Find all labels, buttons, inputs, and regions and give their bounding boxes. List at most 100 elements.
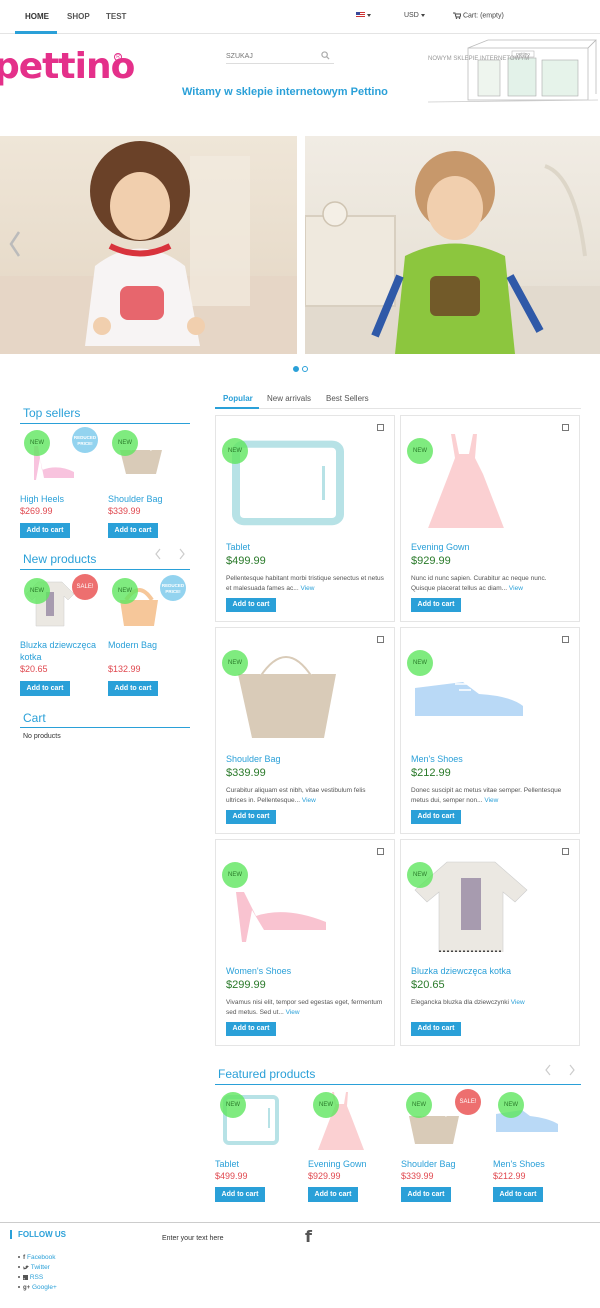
- view-link[interactable]: View: [300, 585, 314, 592]
- product-price: $212.99: [411, 767, 451, 779]
- product-price: $499.99: [226, 555, 266, 567]
- us-flag-icon: [356, 12, 365, 19]
- product-card[interactable]: NEW Bluzka dziewczęca kotka $20.65 Elega…: [400, 839, 580, 1046]
- product-price: $269.99: [20, 506, 53, 516]
- currency-selector[interactable]: USD: [404, 12, 425, 19]
- store-caption: NOWYM SKLEPIE INTERNETOWYM: [428, 56, 529, 62]
- view-link[interactable]: View: [511, 999, 525, 1006]
- twitter-icon: [23, 1265, 29, 1270]
- store-illustration: pettino NOWYM SKLEPIE INTERNETOWYM: [428, 39, 598, 103]
- product-name[interactable]: Evening Gown: [411, 542, 470, 552]
- product-name[interactable]: High Heels: [20, 493, 64, 505]
- nav-test[interactable]: TEST: [106, 12, 126, 21]
- slide-girl[interactable]: [0, 136, 297, 354]
- footer-divider: [0, 1222, 600, 1223]
- slider-dot-1[interactable]: [293, 366, 299, 372]
- search-icon[interactable]: [321, 51, 330, 60]
- compare-checkbox[interactable]: [377, 424, 384, 431]
- product-name[interactable]: Women's Shoes: [226, 966, 291, 976]
- product-card[interactable]: NEW Shoulder Bag $339.99 Curabitur aliqu…: [215, 627, 395, 834]
- search-box: [226, 48, 334, 64]
- footer-custom-text: Enter your text here: [162, 1235, 224, 1242]
- product-name[interactable]: Men's Shoes: [493, 1159, 545, 1169]
- product-name[interactable]: Modern Bag: [108, 639, 157, 651]
- product-price: $20.65: [20, 664, 48, 674]
- facebook-link[interactable]: f Facebook: [18, 1254, 56, 1261]
- product-description: Vivamus nisi elit, tempor sed egestas eg…: [226, 999, 383, 1016]
- product-price: $339.99: [401, 1171, 434, 1181]
- add-to-cart-button[interactable]: Add to cart: [108, 681, 158, 696]
- tab-best-sellers[interactable]: Best Sellers: [326, 394, 369, 403]
- tab-popular[interactable]: Popular: [223, 394, 253, 403]
- compare-checkbox[interactable]: [377, 848, 384, 855]
- product-price: $499.99: [215, 1171, 248, 1181]
- add-to-cart-button[interactable]: Add to cart: [226, 1022, 276, 1036]
- add-to-cart-button[interactable]: Add to cart: [20, 523, 70, 538]
- logo[interactable]: pettino: [0, 46, 135, 87]
- add-to-cart-button[interactable]: Add to cart: [411, 598, 461, 612]
- featured-rule: [215, 1084, 581, 1085]
- product-name[interactable]: Tablet: [226, 542, 250, 552]
- cart-link[interactable]: Cart: (empty): [453, 12, 504, 19]
- language-selector[interactable]: [356, 12, 371, 19]
- nav-shop[interactable]: SHOP: [67, 12, 90, 21]
- product-name[interactable]: Shoulder Bag: [108, 493, 163, 505]
- slide-girl-image: [0, 141, 297, 354]
- add-to-cart-button[interactable]: Add to cart: [20, 681, 70, 696]
- add-to-cart-button[interactable]: Add to cart: [108, 523, 158, 538]
- add-to-cart-button[interactable]: Add to cart: [226, 598, 276, 612]
- view-link[interactable]: View: [302, 797, 316, 804]
- rss-link[interactable]: RSS: [18, 1274, 43, 1281]
- compare-checkbox[interactable]: [562, 848, 569, 855]
- compare-checkbox[interactable]: [377, 636, 384, 643]
- add-to-cart-button[interactable]: Add to cart: [401, 1187, 451, 1202]
- product-price: $299.99: [226, 979, 266, 991]
- product-card[interactable]: NEW Tablet $499.99 Pellentesque habitant…: [215, 415, 395, 622]
- twitter-link[interactable]: Twitter: [18, 1264, 50, 1271]
- view-link[interactable]: View: [509, 585, 523, 592]
- product-price: $132.99: [108, 664, 141, 674]
- facebook-icon[interactable]: f: [305, 1227, 312, 1246]
- product-name[interactable]: Bluzka dziewczęca kotka: [411, 966, 511, 976]
- new-products-title: New products: [23, 552, 97, 566]
- new-products-prev-arrow[interactable]: [154, 548, 162, 560]
- featured-next-arrow[interactable]: [568, 1064, 576, 1076]
- product-name[interactable]: Shoulder Bag: [226, 754, 281, 764]
- tab-new-arrivals[interactable]: New arrivals: [267, 394, 311, 403]
- view-link[interactable]: View: [484, 797, 498, 804]
- tab-active-indicator: [215, 407, 259, 409]
- product-name[interactable]: Bluzka dziewczęca kotka: [20, 639, 100, 663]
- product-card[interactable]: NEW Evening Gown $929.99 Nunc id nunc sa…: [400, 415, 580, 622]
- google-plus-link[interactable]: g+ Google+: [18, 1284, 57, 1291]
- slider-dot-2[interactable]: [302, 366, 308, 372]
- slide-boy[interactable]: [305, 136, 600, 354]
- search-input[interactable]: [226, 50, 316, 62]
- top-sellers-title: Top sellers: [23, 406, 81, 420]
- facebook-icon: f: [23, 1254, 26, 1261]
- product-card[interactable]: NEW Women's Shoes $299.99 Vivamus nisi e…: [215, 839, 395, 1046]
- product-name[interactable]: Tablet: [215, 1159, 239, 1169]
- product-name[interactable]: Shoulder Bag: [401, 1159, 456, 1169]
- add-to-cart-button[interactable]: Add to cart: [226, 810, 276, 824]
- product-card[interactable]: NEW Men's Shoes $212.99 Donec suscipit a…: [400, 627, 580, 834]
- featured-prev-arrow[interactable]: [544, 1064, 552, 1076]
- new-products-rule: [20, 569, 190, 570]
- compare-checkbox[interactable]: [562, 424, 569, 431]
- compare-checkbox[interactable]: [562, 636, 569, 643]
- add-to-cart-button[interactable]: Add to cart: [411, 810, 461, 824]
- cart-empty-text: No products: [23, 733, 61, 740]
- add-to-cart-button[interactable]: Add to cart: [493, 1187, 543, 1202]
- cart-label: Cart: (empty): [462, 12, 504, 20]
- add-to-cart-button[interactable]: Add to cart: [411, 1022, 461, 1036]
- view-link[interactable]: View: [286, 1009, 300, 1016]
- product-price: $929.99: [411, 555, 451, 567]
- slider-prev-arrow[interactable]: [8, 230, 22, 258]
- nav-home[interactable]: HOME: [25, 12, 49, 21]
- new-products-next-arrow[interactable]: [178, 548, 186, 560]
- product-name[interactable]: Evening Gown: [308, 1159, 367, 1169]
- product-name[interactable]: Men's Shoes: [411, 754, 463, 764]
- cart-rule: [20, 727, 190, 728]
- welcome-heading: Witamy w sklepie internetowym Pettino: [182, 86, 388, 98]
- add-to-cart-button[interactable]: Add to cart: [215, 1187, 265, 1202]
- add-to-cart-button[interactable]: Add to cart: [308, 1187, 358, 1202]
